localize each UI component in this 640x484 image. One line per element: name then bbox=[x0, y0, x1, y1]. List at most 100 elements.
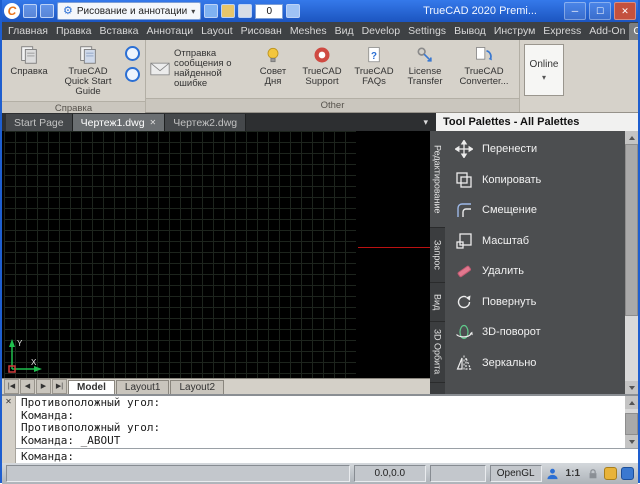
tab-label: Чертеж1.dwg bbox=[81, 117, 145, 129]
quick-start-guide-button[interactable]: TrueCAD Quick Start Guide bbox=[54, 42, 122, 99]
support-button[interactable]: TrueCAD Support bbox=[295, 42, 349, 96]
workspace-selector[interactable]: ⚙ Рисование и аннотации ▾ bbox=[57, 2, 201, 20]
open-icon[interactable] bbox=[221, 4, 235, 18]
pin-icon[interactable] bbox=[40, 4, 54, 18]
tab-drawing1[interactable]: Чертеж1.dwg ✕ bbox=[73, 114, 166, 131]
command-line: Противоположный угол: bbox=[21, 397, 620, 410]
close-button[interactable]: ✕ bbox=[614, 2, 636, 20]
palette-scrollbar[interactable] bbox=[625, 131, 638, 394]
zoom-ratio[interactable]: 1:1 bbox=[564, 468, 582, 479]
ribbon-tab-develop[interactable]: Develop bbox=[358, 23, 405, 40]
ribbon-tab-express[interactable]: Express bbox=[539, 23, 585, 40]
support-lifering-icon bbox=[312, 44, 332, 66]
online-button[interactable]: Online ▾ bbox=[524, 44, 564, 96]
license-transfer-button[interactable]: License Transfer bbox=[399, 42, 451, 96]
converter-button[interactable]: TrueCAD Converter... bbox=[452, 42, 516, 96]
ribbon-tab-home[interactable]: Главная bbox=[4, 23, 52, 40]
ribbon-tab-insert[interactable]: Вставка bbox=[95, 23, 142, 40]
tab-start-page[interactable]: Start Page bbox=[6, 114, 73, 131]
ribbon-tab-edit[interactable]: Правка bbox=[52, 23, 95, 40]
quick-value-field[interactable]: 0 bbox=[255, 4, 283, 19]
network-icon[interactable] bbox=[621, 467, 634, 480]
drawing-canvas[interactable]: Y X |◀ ◀ ▶ ▶| Model Layout1 Layout2 bbox=[2, 131, 430, 394]
ribbon-tab-draw[interactable]: Рисован bbox=[237, 23, 286, 40]
first-layout-button[interactable]: |◀ bbox=[4, 379, 19, 394]
next-layout-button[interactable]: ▶ bbox=[36, 379, 51, 394]
main-area: Y X |◀ ◀ ▶ ▶| Model Layout1 Layout2 Реда… bbox=[2, 131, 638, 394]
button-label: Справка bbox=[10, 67, 47, 77]
ribbon-tab-output[interactable]: Вывод bbox=[450, 23, 490, 40]
palette-tab-3d-orbit[interactable]: 3D Орбита bbox=[430, 322, 445, 383]
status-message-area bbox=[6, 465, 350, 482]
palette-tab-edit[interactable]: Редактирование bbox=[430, 131, 445, 228]
command-history[interactable]: Противоположный угол: Команда: Противопо… bbox=[16, 396, 625, 448]
palette-item-mirror[interactable]: Зеркально bbox=[445, 348, 625, 379]
faqs-button[interactable]: ? TrueCAD FAQs bbox=[350, 42, 398, 96]
close-icon[interactable]: ✕ bbox=[2, 396, 15, 408]
tab-layout1[interactable]: Layout1 bbox=[116, 380, 170, 394]
close-tab-icon[interactable]: ✕ bbox=[150, 118, 157, 127]
ribbon-tab-view[interactable]: Вид bbox=[331, 23, 358, 40]
svg-text:?: ? bbox=[371, 51, 377, 62]
scrollbar-track[interactable] bbox=[625, 316, 638, 381]
minimize-button[interactable]: ─ bbox=[564, 2, 586, 20]
undo-icon[interactable] bbox=[286, 4, 300, 18]
palette-tab-inquiry[interactable]: Запрос bbox=[430, 228, 445, 283]
chevron-down-icon: ▾ bbox=[542, 73, 546, 82]
scroll-down-icon[interactable] bbox=[625, 381, 638, 394]
tab-drawing2[interactable]: Чертеж2.dwg bbox=[165, 114, 246, 131]
palette-item-copy[interactable]: Копировать bbox=[445, 165, 625, 196]
tip-of-day-button[interactable]: Совет Дня bbox=[252, 42, 294, 96]
palette-item-scale[interactable]: Масштаб bbox=[445, 226, 625, 257]
last-layout-button[interactable]: ▶| bbox=[52, 379, 67, 394]
ribbon-tab-meshes[interactable]: Meshes bbox=[286, 23, 331, 40]
palette-side-tabs: Редактирование Запрос Вид 3D Орбита bbox=[430, 131, 445, 394]
scroll-down-icon[interactable] bbox=[625, 435, 638, 448]
palette-item-label: Смещение bbox=[482, 204, 537, 216]
button-label: TrueCAD FAQs bbox=[351, 67, 397, 87]
command-scrollbar[interactable] bbox=[625, 396, 638, 448]
ribbon-tab-help[interactable]: Справк bbox=[629, 23, 638, 40]
tab-overflow-button[interactable]: ▾ bbox=[423, 117, 428, 128]
palette-header[interactable]: Tool Palettes - All Palettes bbox=[434, 113, 638, 131]
ribbon-tab-annotate[interactable]: Аннотаци bbox=[142, 23, 197, 40]
ribbon-tab-tools[interactable]: Инструм bbox=[490, 23, 539, 40]
scrollbar-thumb[interactable] bbox=[625, 144, 638, 316]
palette-item-3d-rotate[interactable]: 3D-поворот bbox=[445, 317, 625, 348]
palette-tab-view[interactable]: Вид bbox=[430, 283, 445, 322]
ribbon-tab-layout[interactable]: Layout bbox=[197, 23, 237, 40]
lock-icon[interactable] bbox=[586, 467, 600, 481]
app-logo-icon[interactable]: C bbox=[4, 3, 20, 19]
rotate-icon bbox=[454, 292, 473, 311]
tab-model[interactable]: Model bbox=[68, 380, 115, 394]
info-icon[interactable] bbox=[125, 67, 140, 82]
palette-item-rotate[interactable]: Повернуть bbox=[445, 287, 625, 318]
palette-item-move[interactable]: Перенести bbox=[445, 134, 625, 165]
maximize-button[interactable]: ☐ bbox=[589, 2, 611, 20]
renderer-toggle[interactable]: OpenGL bbox=[490, 465, 542, 482]
scroll-up-icon[interactable] bbox=[625, 396, 638, 409]
sync-icon[interactable] bbox=[125, 46, 140, 61]
gear-icon: ⚙ bbox=[63, 6, 73, 17]
mirror-icon bbox=[454, 353, 473, 372]
online-area: Online ▾ bbox=[520, 40, 568, 112]
save-icon[interactable] bbox=[204, 4, 218, 18]
scrollbar-thumb[interactable] bbox=[625, 413, 638, 435]
scroll-up-icon[interactable] bbox=[625, 131, 638, 144]
ribbon-tab-settings[interactable]: Settings bbox=[404, 23, 450, 40]
palette-item-offset[interactable]: Смещение bbox=[445, 195, 625, 226]
command-input[interactable]: Команда: bbox=[16, 448, 638, 464]
print-icon[interactable] bbox=[238, 4, 252, 18]
menu-icon[interactable] bbox=[23, 4, 37, 18]
help-button[interactable]: Справка bbox=[5, 42, 53, 99]
tab-label: Start Page bbox=[14, 117, 64, 129]
palette-item-erase[interactable]: Удалить bbox=[445, 256, 625, 287]
document-tabs: Start Page Чертеж1.dwg ✕ Чертеж2.dwg ▾ bbox=[2, 113, 434, 131]
user-icon[interactable] bbox=[546, 467, 560, 481]
tab-layout2[interactable]: Layout2 bbox=[170, 380, 224, 394]
prev-layout-button[interactable]: ◀ bbox=[20, 379, 35, 394]
brightness-icon[interactable] bbox=[604, 467, 617, 480]
report-error-button[interactable]: Отправка сообщения о найденной ошибке bbox=[149, 42, 251, 96]
ribbon-tab-addon[interactable]: Add-On bbox=[585, 23, 629, 40]
document-band: Start Page Чертеж1.dwg ✕ Чертеж2.dwg ▾ T… bbox=[2, 113, 638, 131]
